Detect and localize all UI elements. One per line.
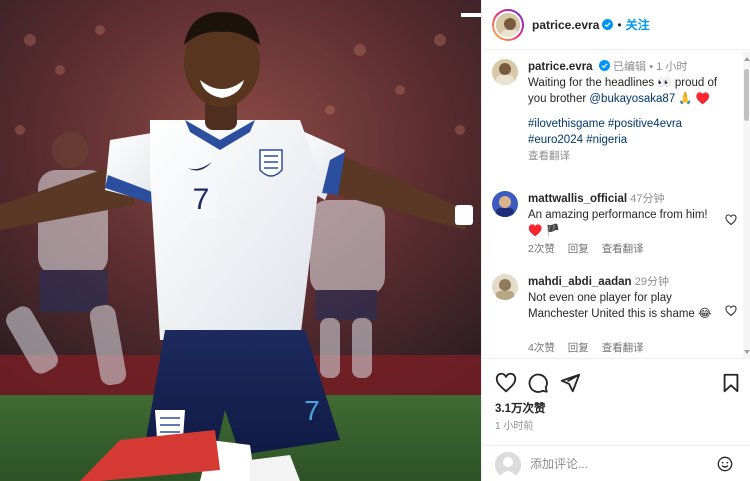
comment-translate-link[interactable]: 查看翻译 — [602, 243, 644, 255]
comment-meta: 2次赞 回复 查看翻译 — [528, 241, 654, 256]
edited-label: 已编辑 — [612, 61, 646, 73]
bookmark-icon[interactable] — [720, 372, 742, 394]
comment-avatar[interactable] — [492, 191, 518, 217]
send-icon[interactable] — [559, 372, 581, 394]
add-comment-bar — [482, 445, 750, 481]
comment-avatar[interactable] — [492, 274, 518, 300]
scroll-up-arrow-icon[interactable] — [744, 57, 750, 61]
hashtags-line-1[interactable]: #ilovethisgame #positive4evra — [528, 116, 728, 132]
mention-link[interactable]: @bukayosaka87 — [589, 93, 675, 105]
caption-username[interactable]: patrice.evra — [528, 61, 593, 73]
comment-likes[interactable]: 2次赞 — [528, 243, 555, 255]
current-user-avatar — [495, 452, 521, 478]
caption-dot: • — [649, 61, 654, 73]
like-heart-icon[interactable] — [495, 372, 517, 394]
post-header: patrice.evra • 关注 — [482, 0, 750, 50]
comment-username[interactable]: mattwallis_official — [528, 193, 627, 205]
header-separator: • — [617, 17, 622, 32]
likes-count[interactable]: 3.1万次赞 — [495, 400, 546, 416]
caption-avatar[interactable] — [492, 59, 518, 85]
comment-item: mahdi_abdi_aadan 29分钟 Not even one playe… — [492, 274, 737, 354]
caption-time[interactable]: 1 小时 — [656, 61, 687, 73]
shorts-number: 7 — [304, 395, 320, 426]
comment-text: Not even one player for play Manchester … — [528, 292, 712, 320]
author-username[interactable]: patrice.evra — [532, 18, 599, 32]
comments-scrollbar[interactable] — [743, 51, 750, 358]
comment-meta: 4次赞 回复 查看翻译 — [528, 340, 654, 355]
hashtags-line-2[interactable]: #euro2024 #nigeria — [528, 132, 728, 148]
caption: patrice.evra 已编辑 • 1 小时 Waiting for the … — [492, 59, 737, 179]
post-photo[interactable]: 7 7 — [0, 0, 481, 481]
photo-edge-marker — [461, 13, 481, 17]
comment-like-heart-icon[interactable] — [725, 305, 737, 317]
comment-likes[interactable]: 4次赞 — [528, 342, 555, 354]
comment-translate-link[interactable]: 查看翻译 — [602, 342, 644, 354]
verified-badge-icon — [602, 19, 614, 30]
comment-age: 29分钟 — [634, 276, 669, 288]
comment-age: 47分钟 — [630, 193, 665, 205]
post-actions: 3.1万次赞 1 小时前 — [482, 358, 750, 448]
comments-scroll-area[interactable]: patrice.evra 已编辑 • 1 小时 Waiting for the … — [482, 51, 750, 358]
smiley-icon[interactable] — [717, 456, 733, 472]
post-details-panel: patrice.evra • 关注 patrice.evra 已编辑 • 1 小… — [481, 0, 750, 481]
football-celebration-image: 7 7 — [0, 0, 481, 481]
verified-badge-icon — [598, 60, 610, 71]
comment-username[interactable]: mahdi_abdi_aadan — [528, 276, 632, 288]
comment-text: An amazing performance from him! ♥️ 🏴 — [528, 209, 708, 237]
comment-item: mattwallis_official 47分钟 An amazing perf… — [492, 191, 737, 261]
caption-translate-link[interactable]: 查看翻译 — [528, 148, 728, 164]
reply-button[interactable]: 回复 — [568, 342, 589, 354]
caption-content: patrice.evra 已编辑 • 1 小时 Waiting for the … — [528, 59, 728, 164]
reply-button[interactable]: 回复 — [568, 243, 589, 255]
comment-icon[interactable] — [527, 372, 549, 394]
comment-like-heart-icon[interactable] — [725, 214, 737, 226]
author-avatar[interactable] — [492, 8, 524, 41]
scrollbar-thumb[interactable] — [744, 69, 749, 121]
post-time[interactable]: 1 小时前 — [495, 417, 533, 432]
follow-button[interactable]: 关注 — [626, 16, 650, 33]
comment-input[interactable] — [530, 455, 700, 473]
shirt-number: 7 — [193, 183, 210, 216]
comment-content: mattwallis_official 47分钟 An amazing perf… — [528, 191, 720, 239]
comment-content: mahdi_abdi_aadan 29分钟 Not even one playe… — [528, 274, 720, 322]
caption-text-end: 🙏 ♥️ — [675, 93, 711, 105]
scroll-down-arrow-icon[interactable] — [744, 350, 750, 354]
